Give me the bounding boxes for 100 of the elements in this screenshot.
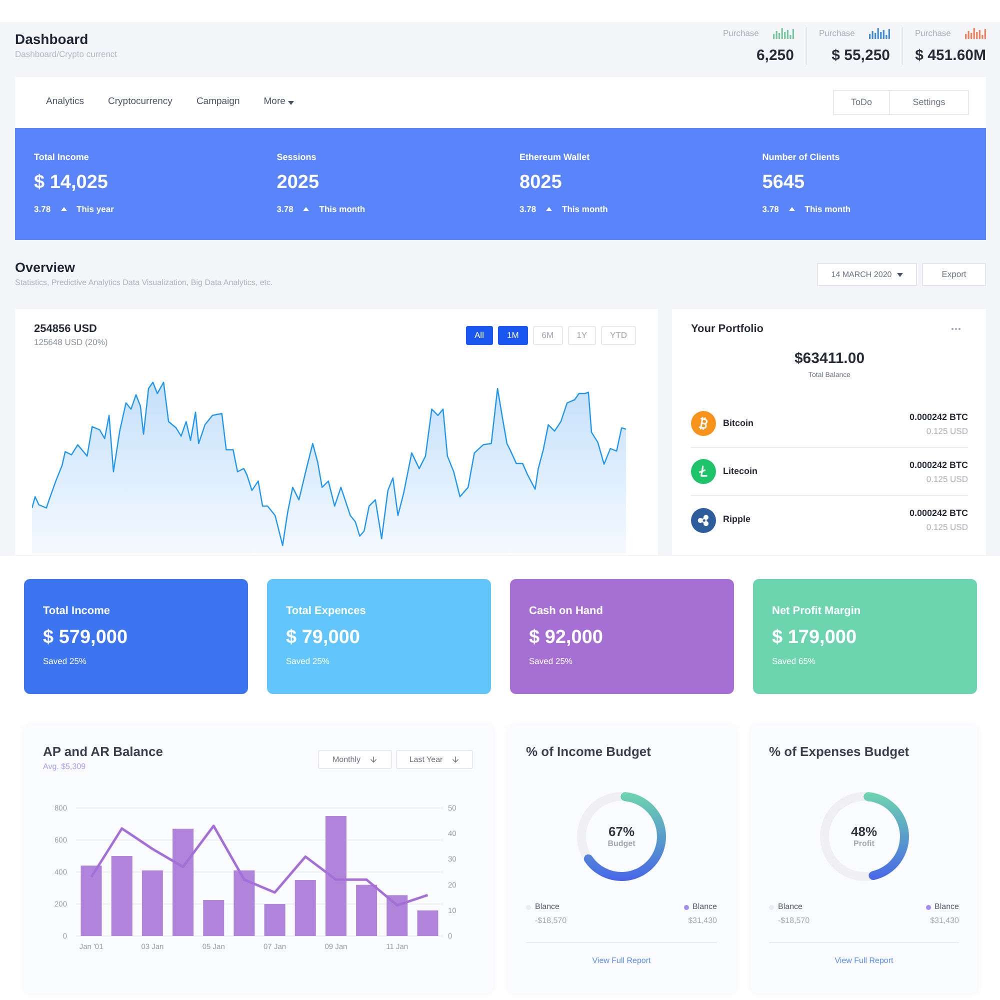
metric-value: $ 79,000	[286, 626, 361, 650]
legend-value: $31,430	[930, 915, 959, 927]
metric-note: Saved 65%	[772, 655, 816, 667]
card-subtitle: Avg. $5,309	[43, 761, 87, 772]
chart-bar	[234, 870, 255, 936]
section-title: Overview	[15, 259, 76, 277]
card-title: % of Expenses Budget	[769, 744, 910, 760]
metric-title: Total Income	[43, 604, 112, 618]
price-change: 125648 USD (20%)	[34, 336, 108, 348]
legend-label: Blance	[934, 901, 959, 913]
ring-caption: Budget	[608, 839, 636, 849]
metric-title: Cash on Hand	[529, 604, 604, 618]
card-title: Your Portfolio	[691, 322, 764, 336]
metric-note: Saved 25%	[286, 655, 330, 667]
range-tab[interactable]: 1M	[498, 326, 528, 345]
arrow-down-icon	[450, 755, 460, 764]
range-tab[interactable]: All	[466, 326, 493, 345]
nav-link[interactable]: Campaign	[196, 95, 240, 110]
summary-label: Ethereum Wallet	[520, 151, 591, 163]
chart-bar	[417, 910, 438, 936]
filter-dropdown[interactable]: Monthly	[318, 750, 392, 769]
change-value: 3.78	[34, 203, 51, 215]
ring-percent: 67%	[608, 824, 635, 839]
card-title: % of Income Budget	[526, 744, 652, 760]
stat-value: 6,250	[755, 47, 794, 65]
toolbar-button[interactable]: ToDo	[833, 90, 890, 115]
metric-value: $ 179,000	[772, 626, 858, 650]
period-label: This month	[562, 203, 608, 215]
nav-link[interactable]: Analytics	[46, 95, 84, 110]
metric-note: Saved 25%	[529, 655, 574, 667]
report-link[interactable]: View Full Report	[834, 955, 894, 967]
coin-name: Bitcoin	[723, 416, 754, 430]
filter-dropdown[interactable]: Last Year	[396, 750, 473, 769]
summary-label: Total Income	[34, 151, 90, 163]
metric-note: Saved 25%	[43, 655, 88, 667]
summary-label: Number of Clients	[762, 151, 841, 163]
ring-percent: 48%	[850, 824, 878, 839]
coin-usd-value: 0.125 USD	[926, 424, 968, 438]
legend-value: $31,430	[688, 915, 717, 927]
price-value: 254856 USD	[34, 322, 98, 336]
change-value: 3.78	[276, 203, 294, 215]
trend-up-icon	[546, 207, 552, 211]
change-value: 3.78	[762, 203, 779, 215]
coin-amount: 0.000242 BTC	[909, 458, 968, 472]
period-label: This month	[804, 203, 851, 215]
coin-name: Ripple	[723, 513, 751, 526]
trend-up-icon	[60, 207, 67, 211]
range-tab[interactable]: 1Y	[568, 326, 596, 345]
trend-up-icon	[788, 207, 795, 211]
summary-value: 5645	[762, 171, 806, 195]
export-button[interactable]: Export	[922, 263, 986, 286]
report-link[interactable]: View Full Report	[592, 955, 651, 967]
stat-label: Purchase	[819, 27, 855, 39]
nav-link[interactable]: Cryptocurrency	[108, 95, 172, 110]
stat-label: Purchase	[915, 27, 951, 39]
nav-dropdown[interactable]: More	[264, 95, 294, 110]
chart-bar	[386, 895, 408, 936]
arrow-down-icon	[368, 755, 378, 764]
date-dropdown[interactable]: 14 MARCH 2020	[817, 263, 917, 286]
card-title: AP and AR Balance	[43, 744, 163, 760]
caret-icon	[896, 272, 903, 276]
stat-label: Purchase	[723, 27, 759, 39]
coin-name: Litecoin	[723, 464, 758, 478]
change-value: 3.78	[520, 203, 536, 215]
balance-value: $63411.00	[793, 350, 866, 368]
range-tab[interactable]: YTD	[601, 326, 636, 345]
metric-value: $ 579,000	[43, 626, 129, 650]
range-tab[interactable]: 6M	[532, 326, 563, 345]
stat-value: $ 451.60M	[915, 47, 986, 65]
chart-bar	[264, 904, 286, 936]
page-title: Dashboard	[15, 30, 90, 48]
coin-amount: 0.000242 BTC	[909, 410, 968, 424]
chart-bar	[356, 884, 378, 936]
legend-label: Blance	[778, 901, 802, 913]
caret-icon	[288, 100, 294, 104]
coin-usd-value: 0.125 USD	[926, 472, 968, 486]
metric-value: $ 92,000	[529, 626, 604, 650]
stat-value: $ 55,250	[830, 47, 890, 65]
chart-bar	[294, 880, 316, 936]
ring-caption: Profit	[854, 839, 874, 849]
section-subtitle: Statistics, Predictive Analytics Data Visualization, Big Data Analytics, etc.	[15, 277, 273, 288]
summary-value: 2025	[276, 171, 320, 195]
trend-up-icon	[303, 207, 310, 211]
summary-value: $ 14,025	[34, 171, 109, 195]
coin-amount: 0.000242 BTC	[909, 507, 968, 520]
chart-bar	[80, 866, 102, 936]
coin-usd-value: 0.125 USD	[926, 521, 968, 534]
period-label: This month	[319, 203, 366, 215]
legend-value: -$18,570	[534, 915, 567, 927]
chart-bar	[142, 870, 163, 936]
chart-bar	[203, 900, 224, 936]
metric-title: Total Expences	[286, 604, 367, 618]
period-label: This year	[76, 203, 114, 215]
legend-value: -$18,570	[777, 915, 810, 927]
legend-label: Blance	[692, 901, 717, 913]
metric-title: Net Profit Margin	[772, 604, 862, 618]
toolbar-button[interactable]: Settings	[890, 90, 969, 115]
legend-label: Blance	[535, 901, 560, 913]
summary-value: 8025	[520, 171, 563, 195]
summary-label: Sessions	[276, 151, 318, 163]
